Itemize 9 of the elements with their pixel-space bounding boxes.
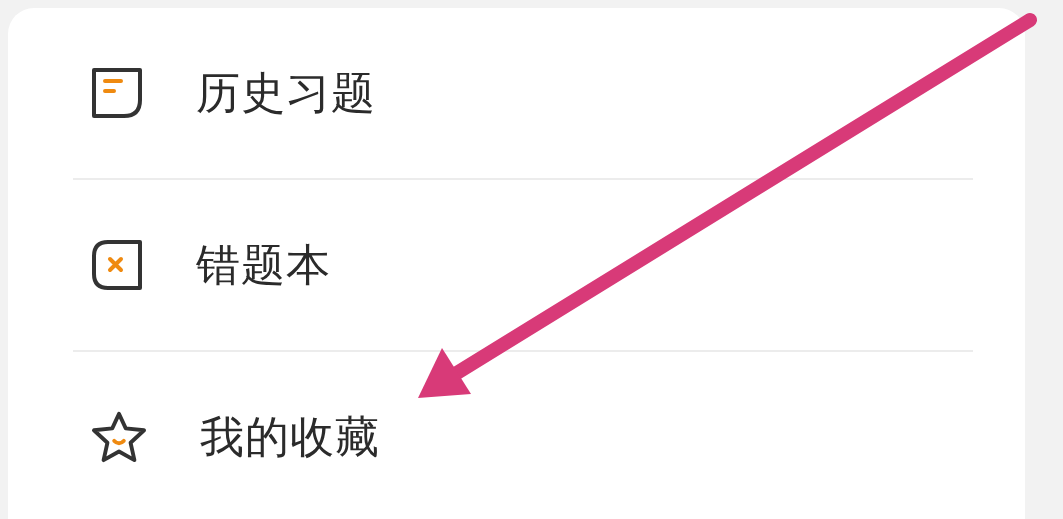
note-icon — [90, 66, 144, 120]
menu-item-label: 我的收藏 — [200, 409, 380, 464]
menu-item-label: 历史习题 — [196, 65, 376, 120]
cross-box-icon — [90, 238, 144, 292]
menu-item[interactable]: 我的收藏 — [73, 352, 973, 519]
star-icon — [90, 410, 148, 464]
menu-item[interactable]: 历史习题 — [73, 8, 973, 178]
menu-item[interactable]: 错题本 — [73, 180, 973, 350]
menu-item-label: 错题本 — [196, 237, 331, 292]
